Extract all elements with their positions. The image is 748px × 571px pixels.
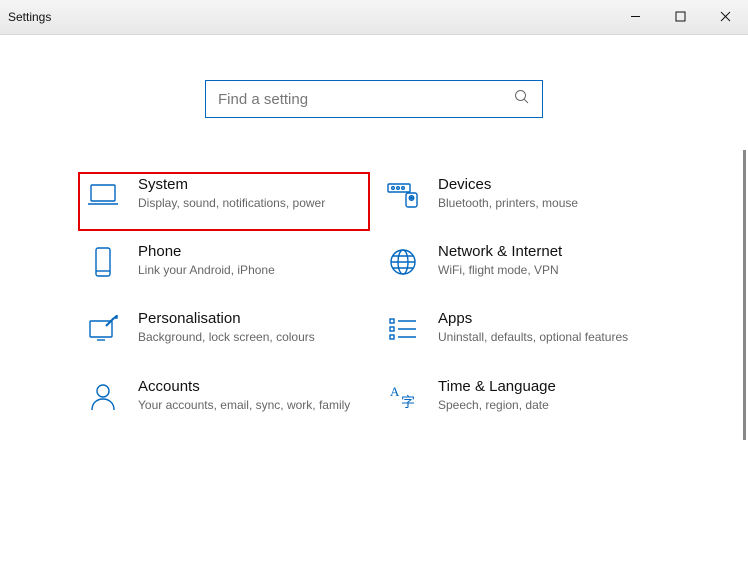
phone-icon [84,246,122,278]
tile-desc: Speech, region, date [438,397,656,413]
tile-title: System [138,176,356,193]
tile-title: Network & Internet [438,243,656,260]
tile-title: Accounts [138,378,356,395]
tile-system[interactable]: System Display, sound, notifications, po… [74,168,374,235]
tile-desc: Link your Android, iPhone [138,262,356,278]
tile-personalisation[interactable]: Personalisation Background, lock screen,… [74,302,374,369]
search-input[interactable] [218,91,514,108]
svg-text:字: 字 [401,395,415,411]
tile-title: Time & Language [438,378,656,395]
close-button[interactable] [703,0,748,32]
tile-title: Personalisation [138,310,356,327]
svg-text:A: A [390,384,400,399]
tile-apps[interactable]: Apps Uninstall, defaults, optional featu… [374,302,674,369]
window-controls [613,0,748,32]
laptop-icon [84,179,122,211]
personalisation-icon [84,313,122,345]
globe-icon [384,246,422,278]
search-icon [514,89,530,110]
apps-icon [384,313,422,345]
language-icon: A字 [384,381,422,413]
tile-desc: Your accounts, email, sync, work, family [138,397,356,413]
settings-grid: System Display, sound, notifications, po… [74,168,674,437]
tile-title: Phone [138,243,356,260]
maximize-button[interactable] [658,0,703,32]
tile-devices[interactable]: Devices Bluetooth, printers, mouse [374,168,674,235]
tile-title: Apps [438,310,656,327]
tile-accounts[interactable]: Accounts Your accounts, email, sync, wor… [74,370,374,437]
search-container [0,80,748,118]
tile-desc: Bluetooth, printers, mouse [438,195,656,211]
tile-desc: Background, lock screen, colours [138,329,356,345]
tile-network[interactable]: Network & Internet WiFi, flight mode, VP… [374,235,674,302]
tile-phone[interactable]: Phone Link your Android, iPhone [74,235,374,302]
tile-desc: WiFi, flight mode, VPN [438,262,656,278]
window-title: Settings [8,10,51,24]
person-icon [84,381,122,413]
tile-desc: Display, sound, notifications, power [138,195,356,211]
tile-time-language[interactable]: A字 Time & Language Speech, region, date [374,370,674,437]
search-box[interactable] [205,80,543,118]
tile-title: Devices [438,176,656,193]
tile-desc: Uninstall, defaults, optional features [438,329,656,345]
scrollbar[interactable] [743,150,746,440]
titlebar: Settings [0,0,748,35]
devices-icon [384,179,422,211]
minimize-button[interactable] [613,0,658,32]
